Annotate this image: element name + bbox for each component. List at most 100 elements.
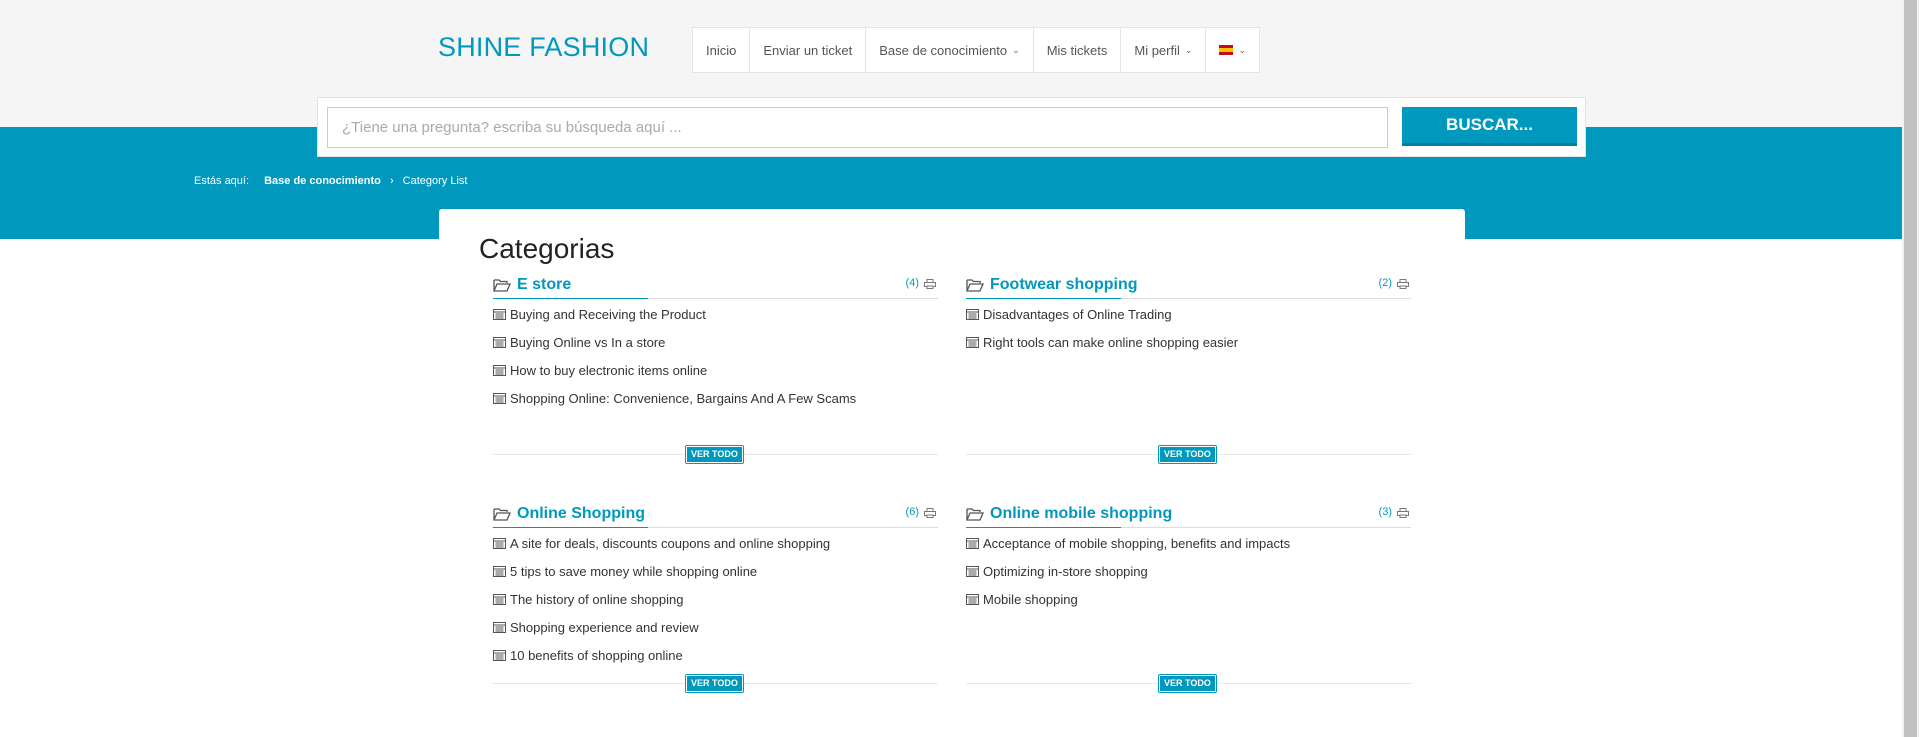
- category-footer: VER TODO: [966, 675, 1411, 692]
- chevron-right-icon: ›: [389, 175, 394, 187]
- list-alt-icon: [493, 538, 506, 549]
- search-input[interactable]: [327, 107, 1388, 148]
- category-title[interactable]: Footwear shopping: [990, 276, 1138, 294]
- list-alt-icon: [493, 594, 506, 605]
- article-title: 5 tips to save money while shopping onli…: [510, 564, 758, 579]
- spain-flag-icon: [1219, 45, 1234, 55]
- article-title: Optimizing in-store shopping: [983, 564, 1148, 579]
- breadcrumb-current: Category List: [402, 175, 468, 187]
- breadcrumb-label: Estás aquí:: [194, 175, 250, 187]
- article-link[interactable]: Shopping Online: Convenience, Bargains A…: [493, 391, 856, 419]
- nav-mi-perfil[interactable]: Mi perfil ⌄: [1121, 28, 1207, 72]
- nav-label: Inicio: [706, 42, 737, 58]
- category-title[interactable]: Online mobile shopping: [990, 505, 1172, 523]
- article-link[interactable]: Buying and Receiving the Product: [493, 307, 856, 335]
- print-icon[interactable]: [924, 508, 936, 518]
- list-alt-icon: [493, 309, 506, 320]
- article-title: Acceptance of mobile shopping, benefits …: [983, 536, 1291, 551]
- category-header: Online mobile shopping (3): [966, 505, 1411, 528]
- list-alt-icon: [493, 365, 506, 376]
- page-title: Categorias: [479, 233, 615, 264]
- article-link[interactable]: Disadvantages of Online Trading: [966, 307, 1238, 335]
- article-list: Acceptance of mobile shopping, benefits …: [966, 536, 1290, 620]
- article-link[interactable]: Acceptance of mobile shopping, benefits …: [966, 536, 1290, 564]
- list-alt-icon: [966, 566, 979, 577]
- article-link[interactable]: Optimizing in-store shopping: [966, 564, 1290, 592]
- list-alt-icon: [493, 393, 506, 404]
- article-title: Disadvantages of Online Trading: [983, 307, 1172, 322]
- nav-base-conocimiento[interactable]: Base de conocimiento ⌄: [866, 28, 1034, 72]
- search-button[interactable]: BUSCAR...: [1402, 107, 1577, 146]
- scrollbar[interactable]: [1902, 0, 1919, 737]
- list-alt-icon: [966, 337, 979, 348]
- category-count: (6): [905, 506, 919, 518]
- article-title: Buying and Receiving the Product: [510, 307, 706, 322]
- category-block: Footwear shopping (2) Disadvantages of O…: [966, 276, 1411, 476]
- scrollbar-thumb[interactable]: [1904, 0, 1917, 737]
- category-count: (4): [905, 277, 919, 289]
- view-all-button[interactable]: VER TODO: [1159, 446, 1216, 463]
- article-title: 10 benefits of shopping online: [510, 648, 683, 663]
- article-list: Buying and Receiving the Product Buying …: [493, 307, 856, 419]
- nav-label: Base de conocimiento: [879, 42, 1008, 58]
- breadcrumb-link-knowledgebase[interactable]: Base de conocimiento: [264, 175, 381, 187]
- category-header: E store (4): [493, 276, 938, 299]
- article-title: Buying Online vs In a store: [510, 335, 666, 350]
- folder-open-icon: [966, 508, 984, 521]
- list-alt-icon: [966, 538, 979, 549]
- article-link[interactable]: Shopping experience and review: [493, 620, 830, 648]
- folder-open-icon: [966, 279, 984, 292]
- nav-label: Mis tickets: [1046, 42, 1108, 58]
- print-icon[interactable]: [1397, 508, 1409, 518]
- article-link[interactable]: Mobile shopping: [966, 592, 1290, 620]
- language-selector[interactable]: ⌄: [1206, 28, 1259, 72]
- list-alt-icon: [493, 622, 506, 633]
- article-link[interactable]: How to buy electronic items online: [493, 363, 856, 391]
- category-header: Footwear shopping (2): [966, 276, 1411, 299]
- article-link[interactable]: Right tools can make online shopping eas…: [966, 335, 1238, 363]
- list-alt-icon: [966, 309, 979, 320]
- category-footer: VER TODO: [966, 446, 1411, 463]
- content-panel: Categorias E store (4) Buying and Receiv…: [439, 209, 1465, 737]
- article-title: Right tools can make online shopping eas…: [983, 335, 1239, 350]
- category-title[interactable]: E store: [517, 276, 571, 294]
- main-nav: Inicio Enviar un ticket Base de conocimi…: [692, 27, 1260, 73]
- list-alt-icon: [493, 650, 506, 661]
- category-footer: VER TODO: [493, 446, 938, 463]
- category-title[interactable]: Online Shopping: [517, 505, 645, 523]
- article-link[interactable]: Buying Online vs In a store: [493, 335, 856, 363]
- article-link[interactable]: 10 benefits of shopping online: [493, 648, 830, 676]
- chevron-down-icon: ⌄: [1184, 44, 1193, 55]
- category-header: Online Shopping (6): [493, 505, 938, 528]
- print-icon[interactable]: [1397, 279, 1409, 289]
- chevron-down-icon: ⌄: [1238, 44, 1246, 55]
- article-link[interactable]: The history of online shopping: [493, 592, 830, 620]
- view-all-button[interactable]: VER TODO: [686, 446, 743, 463]
- article-link[interactable]: 5 tips to save money while shopping onli…: [493, 564, 830, 592]
- nav-inicio[interactable]: Inicio: [693, 28, 751, 72]
- nav-enviar-ticket[interactable]: Enviar un ticket: [750, 28, 867, 72]
- list-alt-icon: [493, 566, 506, 577]
- article-title: Mobile shopping: [983, 592, 1078, 607]
- category-count: (2): [1378, 277, 1392, 289]
- folder-open-icon: [493, 279, 511, 292]
- article-title: Shopping experience and review: [510, 620, 699, 635]
- view-all-button[interactable]: VER TODO: [1159, 675, 1216, 692]
- site-logo[interactable]: SHINE FASHION: [438, 32, 649, 63]
- category-count: (3): [1378, 506, 1392, 518]
- list-alt-icon: [493, 337, 506, 348]
- breadcrumb: Estás aquí: Base de conocimiento › Categ…: [194, 175, 467, 187]
- category-block: Online Shopping (6) A site for deals, di…: [493, 505, 938, 705]
- category-block: E store (4) Buying and Receiving the Pro…: [493, 276, 938, 476]
- print-icon[interactable]: [924, 279, 936, 289]
- list-alt-icon: [966, 594, 979, 605]
- search-bar: BUSCAR...: [317, 97, 1586, 157]
- article-title: The history of online shopping: [510, 592, 684, 607]
- view-all-button[interactable]: VER TODO: [686, 675, 743, 692]
- article-list: Disadvantages of Online Trading Right to…: [966, 307, 1238, 363]
- article-link[interactable]: A site for deals, discounts coupons and …: [493, 536, 830, 564]
- category-footer: VER TODO: [493, 675, 938, 692]
- nav-mis-tickets[interactable]: Mis tickets: [1034, 28, 1122, 72]
- nav-label: Mi perfil: [1134, 42, 1180, 58]
- article-title: How to buy electronic items online: [510, 363, 708, 378]
